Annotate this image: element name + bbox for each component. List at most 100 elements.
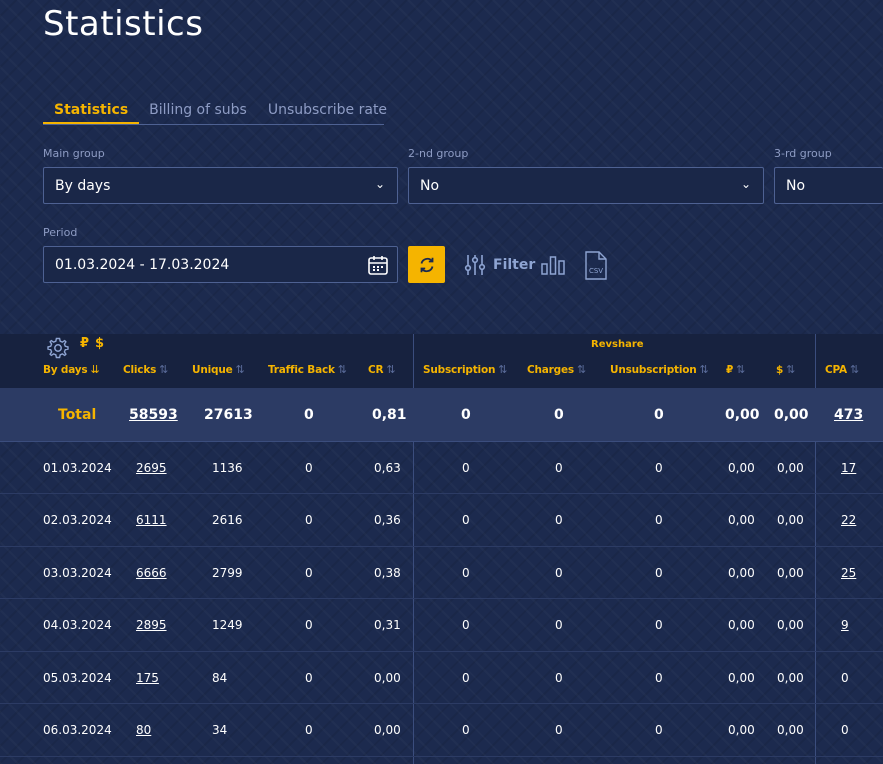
cell-clicks[interactable]: 175 [136,671,159,685]
cell-clicks[interactable]: 2695 [136,461,167,475]
col-header-clicks[interactable]: Clicks ⇅ [123,363,168,376]
third-group-select[interactable]: No [774,167,883,204]
cell-unsubscription: 0 [655,670,663,685]
refresh-icon [420,257,433,272]
col-header-unsubscription[interactable]: Unsubscription ⇅ [610,363,709,376]
cell-unique: 2799 [212,565,243,580]
cell-traffic-back: 0 [305,670,313,685]
cell-subscription: 0 [462,565,470,580]
gear-icon[interactable] [46,336,70,360]
total-charges: 0 [554,406,564,423]
sort-icon: ⇅ [849,363,859,376]
cell-cr: 0,00 [374,670,401,685]
cell-usd: 0,00 [777,618,804,632]
sort-icon: ⇅ [337,363,347,376]
sort-icon: ⇅ [386,363,396,376]
statistics-table: ₽ $ Revshare By days ⇊ Clicks ⇅ Unique ⇅ Tr… [0,334,883,764]
col-header-usd[interactable]: $ ⇅ [776,363,795,376]
cell-cr: 0,36 [374,513,401,527]
cell-traffic-back: 0 [305,565,313,580]
table-row: 06.03.2024 80 34 0 0,00 0 0 0 0,00 0,00 0 [0,705,883,757]
cell-date: 05.03.2024 [43,670,112,685]
refresh-button[interactable] [408,246,445,283]
cell-cpa[interactable]: 17 [841,461,856,475]
col-header-cpa[interactable]: CPA ⇅ [825,363,859,376]
cell-rub: 0,00 [728,723,755,737]
bar-chart-icon[interactable] [540,254,566,276]
cell-charges: 0 [555,723,563,737]
total-unsubscription: 0 [654,406,664,423]
main-group-select[interactable]: By days ⌄ [43,167,398,204]
tab-billing-of-subs[interactable]: Billing of subs [149,100,247,124]
cell-usd: 0,00 [777,670,804,685]
cell-rub: 0,00 [728,670,755,685]
sliders-icon [464,255,486,275]
col-header-subscription[interactable]: Subscription ⇅ [423,363,507,376]
cell-date: 01.03.2024 [43,460,112,475]
cell-cr: 0,63 [374,460,401,475]
cell-unsubscription: 0 [655,513,663,527]
total-label: Total [58,406,97,423]
cell-subscription: 0 [462,513,470,527]
main-group-value: By days [55,177,111,194]
cell-cpa[interactable]: 22 [841,513,856,527]
table-row: 03.03.2024 6666 2799 0 0,38 0 0 0 0,00 0,00 25 [0,547,883,599]
cell-usd: 0,00 [777,723,804,737]
total-clicks[interactable]: 58593 [129,407,178,423]
third-group-label: 3-rd group [774,147,832,160]
tab-unsubscribe-rate[interactable]: Unsubscribe rate [268,100,387,124]
col-header-charges[interactable]: Charges ⇅ [527,363,586,376]
filter-button[interactable]: Filter [463,253,535,277]
currency-usd-toggle[interactable]: $ [95,336,104,351]
cell-cr: 0,00 [374,723,401,737]
revshare-group-header: Revshare [591,339,644,350]
cell-cpa: 0 [841,670,849,685]
cell-clicks[interactable]: 2895 [136,618,167,632]
cell-usd: 0,00 [777,513,804,527]
tab-bar: Statistics Billing of subs Unsubscribe r… [43,100,387,125]
total-row: Total 58593 27613 0 0,81 0 0 0 0,00 0,00… [0,388,883,442]
cell-cpa[interactable]: 25 [841,566,856,580]
cell-subscription: 0 [462,618,470,632]
cell-cpa[interactable]: 9 [841,618,849,632]
cell-subscription: 0 [462,670,470,685]
col-header-date[interactable]: By days ⇊ [43,363,100,376]
total-subscription: 0 [461,406,471,423]
cell-charges: 0 [555,460,563,475]
cell-cr: 0,38 [374,565,401,580]
cell-cpa: 0 [841,723,849,737]
cell-traffic-back: 0 [305,723,313,737]
second-group-label: 2-nd group [408,147,469,160]
cell-unsubscription: 0 [655,723,663,737]
sort-icon: ⇅ [498,363,508,376]
cell-clicks[interactable]: 80 [136,723,151,737]
cell-unsubscription: 0 [655,565,663,580]
sort-icon: ⇅ [699,363,709,376]
col-header-unique[interactable]: Unique ⇅ [192,363,245,376]
currency-rub-toggle[interactable]: ₽ [80,336,89,351]
cell-date: 03.03.2024 [43,565,112,580]
tab-statistics[interactable]: Statistics [43,100,140,124]
col-header-rub[interactable]: ₽ ⇅ [726,363,745,376]
sort-icon: ⇊ [90,363,100,376]
main-group-label: Main group [43,147,105,160]
cell-rub: 0,00 [728,565,755,580]
csv-export-icon[interactable]: CSV [584,251,608,280]
sort-icon: ⇅ [736,363,746,376]
cell-subscription: 0 [462,723,470,737]
cell-rub: 0,00 [728,618,755,632]
total-cpa[interactable]: 473 [834,407,863,423]
cell-usd: 0,00 [777,565,804,580]
col-header-cr[interactable]: CR ⇅ [368,363,396,376]
table-row: 05.03.2024 175 84 0 0,00 0 0 0 0,00 0,00 0 [0,652,883,704]
calendar-icon[interactable] [367,254,389,276]
cell-clicks[interactable]: 6666 [136,566,167,580]
cell-unique: 1249 [212,618,243,632]
cell-clicks[interactable]: 6111 [136,513,167,527]
second-group-value: No [420,177,440,194]
cell-unique: 84 [212,670,228,685]
second-group-select[interactable]: No ⌄ [408,167,764,204]
period-input[interactable]: 01.03.2024 - 17.03.2024 [43,246,398,283]
cell-date: 06.03.2024 [43,723,112,737]
col-header-traffic-back[interactable]: Traffic Back ⇅ [268,363,347,376]
